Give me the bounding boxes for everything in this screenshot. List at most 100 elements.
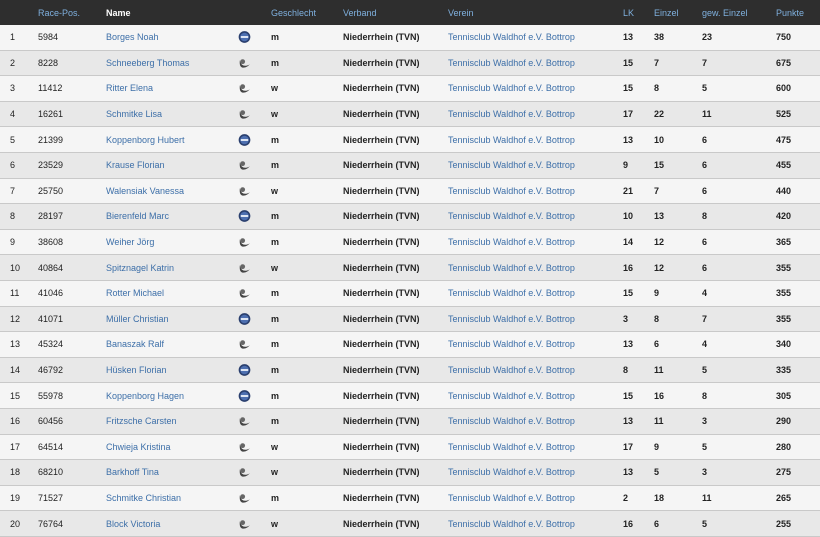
player-name-link[interactable]: Müller Christian [106,314,169,324]
header-verband[interactable]: Verband [343,8,377,18]
gew-einzel-value: 5 [702,441,708,452]
einzel-value: 9 [654,441,660,452]
verein-link[interactable]: Tennisclub Waldhof e.V. Bottrop [448,186,575,196]
table-row: 9 38608 Weiher Jörg m Niederrhein (TVN) Tenni… [0,229,820,256]
lk-value: 13 [623,32,634,43]
verein-link[interactable]: Tennisclub Waldhof e.V. Bottrop [448,135,575,145]
gew-einzel-value: 8 [702,211,708,222]
verband: Niederrhein (TVN) [343,390,420,401]
verein-link[interactable]: Tennisclub Waldhof e.V. Bottrop [448,288,575,298]
einzel-value: 15 [654,160,665,171]
verein-link[interactable]: Tennisclub Waldhof e.V. Bottrop [448,391,575,401]
player-name-link[interactable]: Rotter Michael [106,288,164,298]
verein-link[interactable]: Tennisclub Waldhof e.V. Bottrop [448,109,575,119]
header-punkte[interactable]: Punkte [776,8,804,18]
player-name-link[interactable]: Hüsken Florian [106,365,167,375]
player-name-link[interactable]: Block Victoria [106,519,160,529]
lk-value: 17 [623,441,634,452]
player-name-link[interactable]: Barkhoff Tina [106,467,159,477]
flag-badge-icon [238,389,251,402]
verband: Niederrhein (TVN) [343,237,420,248]
verband: Niederrhein (TVN) [343,492,420,503]
player-name-link[interactable]: Banaszak Ralf [106,339,164,349]
table-row: 3 11412 Ritter Elena w Niederrhein (TVN) Tenn… [0,76,820,102]
player-name-link[interactable]: Walensiak Vanessa [106,186,184,196]
gender: w [271,83,279,94]
punkte-value: 420 [776,211,792,222]
verein-link[interactable]: Tennisclub Waldhof e.V. Bottrop [448,519,575,529]
race-position: 41071 [38,313,64,324]
header-gender[interactable]: Geschlecht [271,8,316,18]
player-name-link[interactable]: Bierenfeld Marc [106,211,169,221]
rank-position: 20 [10,518,21,529]
verband: Niederrhein (TVN) [343,416,420,427]
einzel-value: 12 [654,237,665,248]
verein-link[interactable]: Tennisclub Waldhof e.V. Bottrop [448,416,575,426]
swoosh-icon [238,287,251,300]
player-name-link[interactable]: Schmitke Christian [106,493,181,503]
header-einzel[interactable]: Einzel [654,8,679,18]
player-name-link[interactable]: Weiher Jörg [106,237,154,247]
swoosh-icon [238,82,251,95]
verein-link[interactable]: Tennisclub Waldhof e.V. Bottrop [448,314,575,324]
einzel-value: 12 [654,262,665,273]
verein-link[interactable]: Tennisclub Waldhof e.V. Bottrop [448,58,575,68]
swoosh-icon [238,440,251,453]
verein-link[interactable]: Tennisclub Waldhof e.V. Bottrop [448,467,575,477]
player-name-link[interactable]: Schmitke Lisa [106,109,162,119]
header-verein[interactable]: Verein [448,8,474,18]
verein-link[interactable]: Tennisclub Waldhof e.V. Bottrop [448,83,575,93]
verein-link[interactable]: Tennisclub Waldhof e.V. Bottrop [448,237,575,247]
gew-einzel-value: 3 [702,467,708,478]
race-position: 71527 [38,492,64,503]
flag-badge-icon [238,133,251,146]
rank-position: 3 [10,83,16,94]
verband: Niederrhein (TVN) [343,518,420,529]
verein-link[interactable]: Tennisclub Waldhof e.V. Bottrop [448,339,575,349]
verein-link[interactable]: Tennisclub Waldhof e.V. Bottrop [448,211,575,221]
lk-value: 15 [623,288,634,299]
verein-link[interactable]: Tennisclub Waldhof e.V. Bottrop [448,442,575,452]
gender: m [271,492,280,503]
gew-einzel-value: 6 [702,185,708,196]
verein-link[interactable]: Tennisclub Waldhof e.V. Bottrop [448,263,575,273]
punkte-value: 525 [776,109,792,120]
player-name-link[interactable]: Borges Noah [106,32,159,42]
verein-link[interactable]: Tennisclub Waldhof e.V. Bottrop [448,493,575,503]
header-race-pos[interactable]: Race-Pos. [38,8,80,18]
lk-value: 17 [623,109,634,120]
player-name-link[interactable]: Schneeberg Thomas [106,58,189,68]
verein-link[interactable]: Tennisclub Waldhof e.V. Bottrop [448,365,575,375]
player-name-link[interactable]: Ritter Elena [106,83,153,93]
rank-position: 4 [10,109,16,120]
player-name-link[interactable]: Krause Florian [106,160,165,170]
header-lk[interactable]: LK [623,8,634,18]
lk-value: 13 [623,339,634,350]
player-name-link[interactable]: Koppenborg Hagen [106,391,184,401]
gender: w [271,109,279,120]
table-body: 1 5 9 8 4 Borges Noah m Niederrhein (TVN) Tennis… [0,25,820,537]
rank-position: 8 [10,211,16,222]
lk-value: 21 [623,185,634,196]
header-name[interactable]: Name [106,8,131,18]
table-row: 6 23529 Krause Florian m Niederrhein (TVN) Te… [0,152,820,179]
verein-link[interactable]: Tennisclub Waldhof e.V. Bottrop [448,32,575,42]
race-position: 21399 [38,134,64,145]
race-position: 41046 [38,288,64,299]
gew-einzel-value: 6 [702,237,708,248]
lk-value: 8 [623,365,629,376]
player-name-link[interactable]: Fritzsche Carsten [106,416,177,426]
player-name-link[interactable]: Koppenborg Hubert [106,135,185,145]
punkte-value: 365 [776,237,792,248]
punkte-value: 265 [776,492,792,503]
table-row: 2 8228 Schneeberg Thomas m Niederrhein (TVN)… [0,50,820,77]
einzel-value: 18 [654,492,665,503]
player-name-link[interactable]: Spitznagel Katrin [106,263,174,273]
verband: Niederrhein (TVN) [343,339,420,350]
verband: Niederrhein (TVN) [343,365,420,376]
verein-link[interactable]: Tennisclub Waldhof e.V. Bottrop [448,160,575,170]
header-gew-einzel[interactable]: gew. Einzel [702,8,748,18]
flag-badge-icon [238,364,251,377]
player-name-link[interactable]: Chwieja Kristina [106,442,171,452]
einzel-value: 16 [654,390,665,401]
